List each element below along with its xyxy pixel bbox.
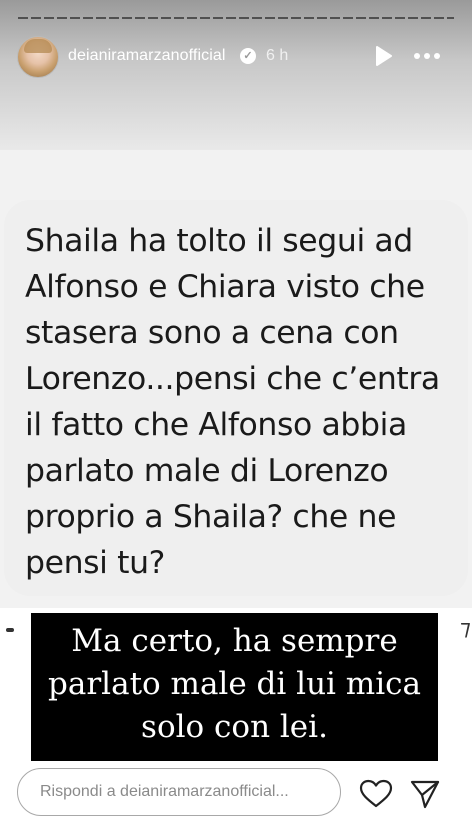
answer-line: Ma certo, ha sempre: [71, 623, 398, 659]
more-options-icon[interactable]: [412, 45, 442, 67]
question-text: Shaila ha tolto il segui ad Alfonso e Ch…: [25, 223, 440, 581]
story-header: deianiramarzanofficial ✓ 6 h: [0, 36, 472, 80]
play-icon[interactable]: [372, 45, 394, 67]
story-progress-bar: [18, 17, 454, 19]
answer-line: parlato male di lui mica: [48, 666, 421, 702]
answer-text: Ma certo, ha sempre parlato male di lui …: [31, 620, 438, 749]
question-sticker: Shaila ha tolto il segui ad Alfonso e Ch…: [4, 200, 468, 596]
reply-input[interactable]: [17, 768, 341, 816]
profile-avatar[interactable]: [17, 36, 59, 78]
story-footer: [0, 768, 472, 838]
story-viewer: deianiramarzanofficial ✓ 6 h Shaila ha t…: [0, 0, 472, 838]
send-icon[interactable]: [409, 778, 441, 810]
heart-icon[interactable]: [359, 779, 393, 809]
username[interactable]: deianiramarzanofficial: [68, 47, 226, 65]
answer-line: solo con lei.: [141, 709, 328, 745]
edge-mark-right: ⁊: [460, 615, 471, 640]
edge-mark-left: [6, 628, 14, 632]
post-time: 6 h: [266, 47, 289, 64]
verified-badge-icon: ✓: [240, 48, 256, 64]
